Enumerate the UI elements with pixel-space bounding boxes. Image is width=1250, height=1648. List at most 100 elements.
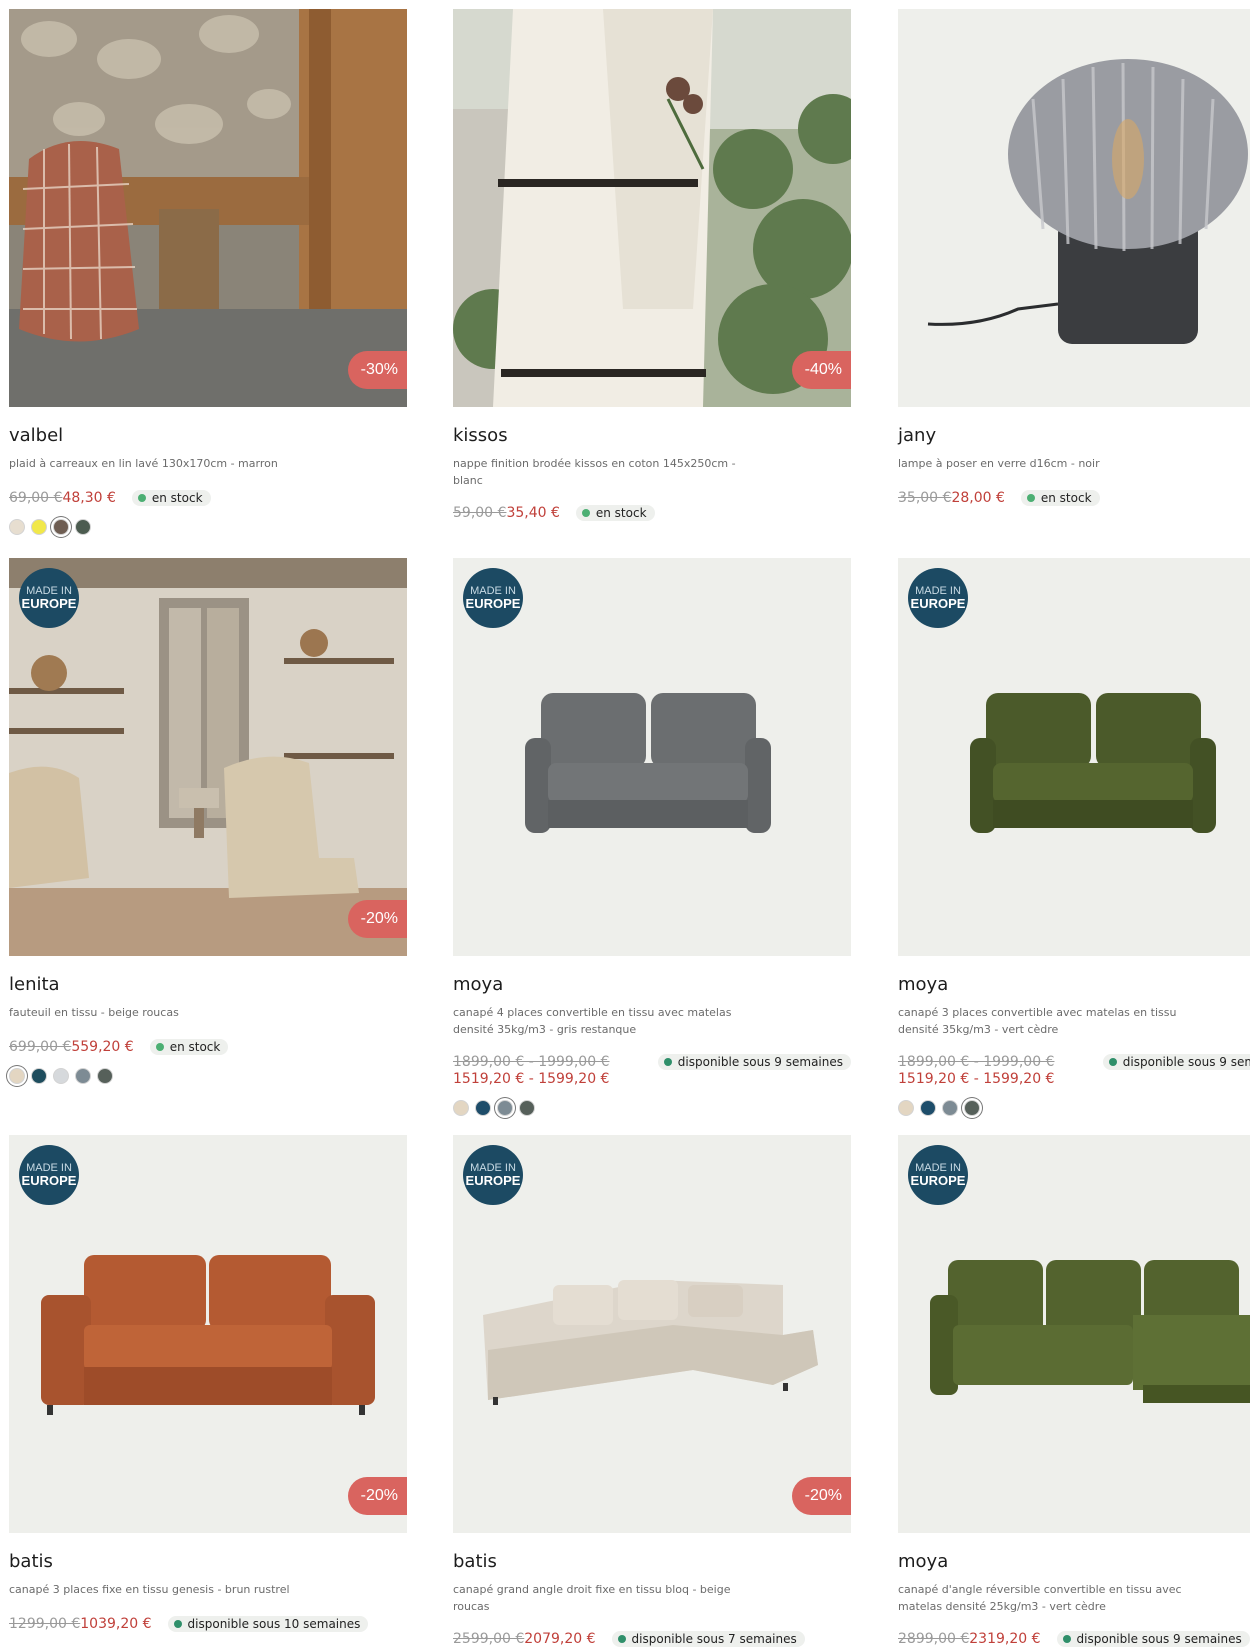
swatch-light-grey[interactable] — [53, 1068, 69, 1084]
color-swatches — [898, 1100, 1250, 1116]
swatch-blue[interactable] — [920, 1100, 936, 1116]
stock-dot-icon — [663, 1058, 672, 1066]
made-in-europe-badge: MADE IN EUROPE — [463, 568, 523, 628]
product-description: canapé d'angle réversible convertible en… — [898, 1583, 1182, 1613]
swatch-beige[interactable] — [9, 1068, 25, 1084]
product-description: plaid à carreaux en lin lavé 130x170cm -… — [9, 457, 278, 470]
product-description: fauteuil en tissu - beige roucas — [9, 1006, 179, 1019]
product-image[interactable]: MADE IN EUROPE — [898, 1135, 1250, 1533]
product-description: lampe à poser en verre d16cm - noir — [898, 457, 1100, 470]
product-description: canapé 3 places fixe en tissu genesis - … — [9, 1583, 290, 1596]
swatch-blue[interactable] — [475, 1100, 491, 1116]
old-price: 2599,00 € — [453, 1631, 525, 1647]
stock-badge: disponible sous 7 semaines — [611, 1631, 805, 1647]
old-price: 1299,00 € — [9, 1616, 81, 1632]
sale-price: 35,40 € — [506, 505, 560, 521]
old-price: 59,00 € — [453, 505, 507, 521]
product-name[interactable]: batis — [453, 1551, 851, 1572]
discount-badge: -20% — [347, 900, 407, 938]
swatch-beige[interactable] — [453, 1100, 469, 1116]
stock-badge: en stock — [131, 490, 211, 506]
stock-dot-icon — [617, 1635, 626, 1643]
stock-dot-icon — [137, 494, 146, 502]
stock-badge: en stock — [575, 505, 655, 521]
product-name[interactable]: moya — [898, 1551, 1250, 1572]
product-name[interactable]: jany — [898, 425, 1250, 446]
product-card[interactable]: MADE IN EUROPE moya canapé 3 places conve… — [898, 558, 1250, 1116]
product-image[interactable]: MADE IN EUROPE — [453, 558, 851, 956]
tablecloth-image — [453, 9, 851, 407]
swatch-petrol[interactable] — [31, 1068, 47, 1084]
swatch-grey[interactable] — [942, 1100, 958, 1116]
sale-price: 1519,20 € - 1599,20 € — [453, 1071, 610, 1087]
product-name[interactable]: kissos — [453, 425, 851, 446]
swatch-green[interactable] — [75, 519, 91, 535]
swatch-brown[interactable] — [53, 519, 69, 535]
discount-badge: -30% — [347, 351, 407, 389]
product-image[interactable]: MADE IN EUROPE -20% — [9, 558, 407, 956]
swatch-beige[interactable] — [898, 1100, 914, 1116]
product-image[interactable]: -40% — [453, 9, 851, 407]
swatch-grey[interactable] — [497, 1100, 513, 1116]
product-card[interactable]: -30% valbel plaid à carreaux en lin lavé… — [9, 9, 407, 535]
old-price: 1899,00 € - 1999,00 € — [898, 1054, 1055, 1070]
stock-badge: disponible sous 10 semaines — [167, 1616, 369, 1632]
swatch-yellow[interactable] — [31, 519, 47, 535]
made-in-europe-badge: MADE IN EUROPE — [908, 568, 968, 628]
product-image[interactable]: MADE IN EUROPE -20% — [453, 1135, 851, 1533]
stock-dot-icon — [1062, 1635, 1071, 1643]
swatch-dark-green[interactable] — [97, 1068, 113, 1084]
product-name[interactable]: moya — [453, 974, 851, 995]
sale-price: 2079,20 € — [524, 1631, 596, 1647]
swatch-grey[interactable] — [75, 1068, 91, 1084]
stock-badge: disponible sous 9 semaines — [1056, 1631, 1250, 1647]
color-swatches — [9, 519, 407, 535]
stock-dot-icon — [155, 1043, 164, 1051]
stock-badge: en stock — [1020, 490, 1100, 506]
product-card[interactable]: MADE IN EUROPE moya canapé d'angle révers… — [898, 1135, 1250, 1648]
color-swatches — [9, 1068, 407, 1084]
product-image[interactable]: MADE IN EUROPE -20% — [9, 1135, 407, 1533]
discount-badge: -20% — [791, 1477, 851, 1515]
price-row: 59,00 €35,40 € en stock — [453, 505, 851, 522]
sale-price: 1519,20 € - 1599,20 € — [898, 1071, 1055, 1087]
price-row: 1899,00 € - 1999,00 €1519,20 € - 1599,20… — [898, 1054, 1250, 1088]
product-name[interactable]: lenita — [9, 974, 407, 995]
discount-badge: -20% — [347, 1477, 407, 1515]
swatch-dark-green[interactable] — [964, 1100, 980, 1116]
stock-dot-icon — [1108, 1058, 1117, 1066]
discount-badge: -40% — [791, 351, 851, 389]
sale-price: 559,20 € — [71, 1039, 134, 1055]
made-in-europe-badge: MADE IN EUROPE — [19, 568, 79, 628]
product-name[interactable]: valbel — [9, 425, 407, 446]
product-card[interactable]: MADE IN EUROPE moya canapé 4 places conve… — [453, 558, 851, 1116]
price-row: 69,00 €48,30 € en stock — [9, 490, 407, 507]
price-row: 2899,00 €2319,20 € disponible sous 9 sem… — [898, 1631, 1250, 1648]
swatch-dark-green[interactable] — [519, 1100, 535, 1116]
sale-price: 48,30 € — [62, 490, 116, 506]
stock-dot-icon — [1026, 494, 1035, 502]
product-name[interactable]: batis — [9, 1551, 407, 1572]
product-card[interactable]: -40% kissos nappe finition brodée kissos… — [453, 9, 851, 522]
plaid-on-bench-image — [9, 9, 407, 407]
product-image[interactable]: -30% — [9, 9, 407, 407]
stock-dot-icon — [581, 509, 590, 517]
price-row: 1299,00 €1039,20 € disponible sous 10 se… — [9, 1616, 407, 1633]
stock-badge: disponible sous 9 semaines — [1102, 1054, 1250, 1070]
old-price: 69,00 € — [9, 490, 63, 506]
product-description: nappe finition brodée kissos en coton 14… — [453, 457, 736, 487]
color-swatches — [453, 1100, 851, 1116]
glass-lamp-image — [898, 9, 1250, 407]
product-card[interactable]: MADE IN EUROPE -20% lenita fauteuil en ti… — [9, 558, 407, 1084]
stock-dot-icon — [173, 1620, 182, 1628]
product-name[interactable]: moya — [898, 974, 1250, 995]
product-description: canapé grand angle droit fixe en tissu b… — [453, 1583, 731, 1613]
product-card[interactable]: jany lampe à poser en verre d16cm - noir… — [898, 9, 1250, 507]
product-image[interactable] — [898, 9, 1250, 407]
product-image[interactable]: MADE IN EUROPE — [898, 558, 1250, 956]
product-card[interactable]: MADE IN EUROPE -20% batis canapé grand an… — [453, 1135, 851, 1648]
price-row: 1899,00 € - 1999,00 €1519,20 € - 1599,20… — [453, 1054, 851, 1088]
product-card[interactable]: MADE IN EUROPE -20% batis canapé 3 places… — [9, 1135, 407, 1633]
old-price: 699,00 € — [9, 1039, 72, 1055]
swatch-beige[interactable] — [9, 519, 25, 535]
